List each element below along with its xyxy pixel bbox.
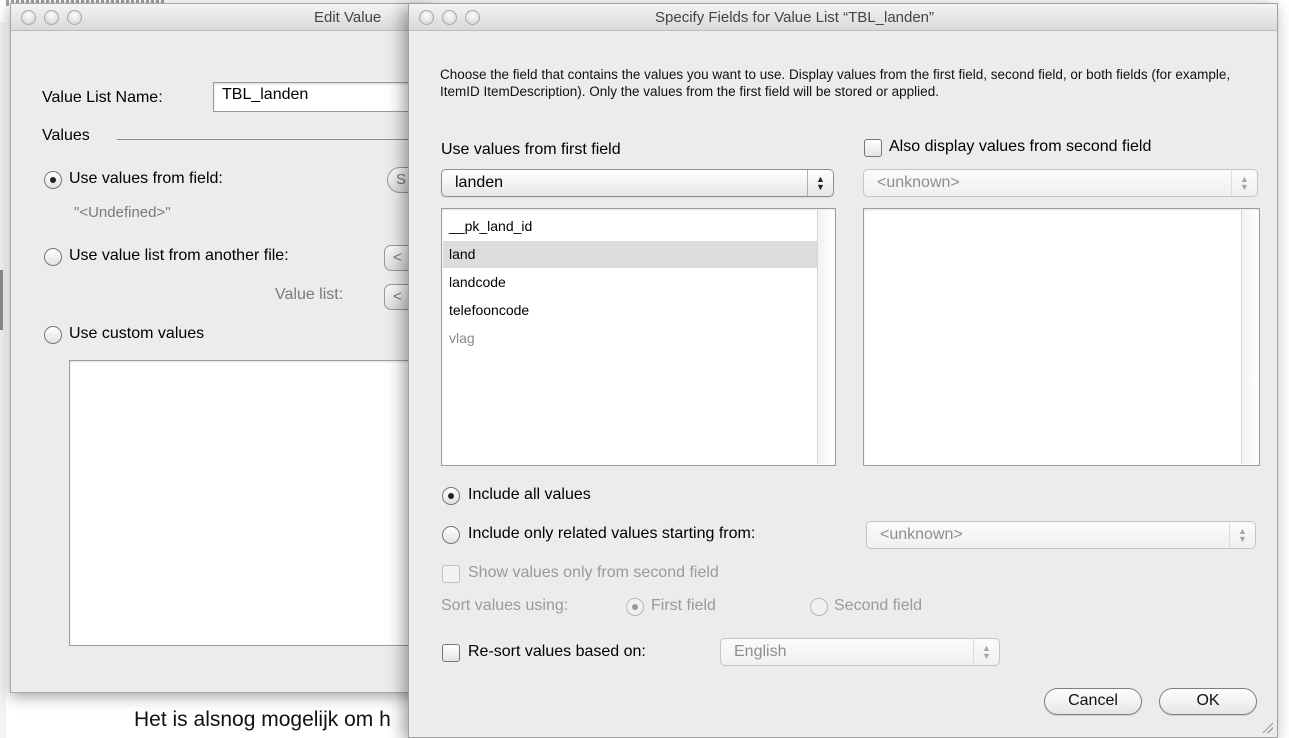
resize-grip-icon[interactable]	[1261, 721, 1273, 733]
background-page-text: Het is alsnog mogelijk om h	[134, 708, 391, 731]
use-value-list-from-file-radio[interactable]	[44, 248, 62, 266]
include-related-values-label: Include only related values starting fro…	[468, 525, 756, 542]
first-table-value: landen	[455, 174, 504, 191]
instructions-text: Choose the field that contains the value…	[440, 67, 1231, 99]
section-divider	[117, 139, 429, 140]
popup-arrows-icon: ▲ ▼	[807, 170, 833, 196]
popup-arrows-icon: ▲ ▼	[973, 639, 999, 665]
window-controls	[21, 10, 82, 25]
selected-field-value: "<Undefined>"	[74, 204, 171, 221]
show-second-field-only-label: Show values only from second field	[468, 564, 719, 581]
cancel-button[interactable]: Cancel	[1044, 688, 1142, 715]
related-table-value: <unknown>	[880, 526, 963, 543]
background-marker	[0, 270, 3, 330]
second-list-scrollbar	[1241, 210, 1258, 464]
first-list-scrollbar[interactable]	[817, 210, 834, 464]
second-table-value: <unknown>	[877, 174, 960, 191]
field-item[interactable]: landcode	[443, 269, 817, 296]
sort-second-field-label: Second field	[834, 597, 923, 614]
sort-values-label: Sort values using:	[441, 597, 569, 614]
sort-second-field-radio	[810, 598, 828, 616]
first-field-list[interactable]: __pk_land_id land landcode telefooncode …	[441, 208, 836, 466]
include-related-values-radio[interactable]	[442, 526, 460, 544]
show-second-field-only-checkbox	[442, 565, 460, 583]
first-field-heading: Use values from first field	[441, 141, 621, 158]
first-table-popup[interactable]: landen ▲ ▼	[441, 169, 834, 197]
use-custom-values-label: Use custom values	[69, 325, 205, 342]
specify-fields-window: Specify Fields for Value List “TBL_lande…	[408, 3, 1278, 738]
minimize-window-icon[interactable]	[442, 10, 457, 25]
use-custom-values-radio[interactable]	[44, 326, 62, 344]
popup-arrows-icon: ▲ ▼	[1231, 170, 1257, 196]
field-item[interactable]: __pk_land_id	[443, 213, 817, 240]
use-values-from-field-radio[interactable]	[44, 171, 62, 189]
specify-window-titlebar[interactable]: Specify Fields for Value List “TBL_lande…	[409, 4, 1277, 31]
sort-first-field-label: First field	[651, 597, 716, 614]
edit-value-list-window: Edit Value Value List Name: TBL_landen V…	[10, 3, 430, 693]
use-values-from-field-label: Use values from field:	[69, 170, 223, 187]
related-table-popup: <unknown> ▲ ▼	[866, 521, 1256, 549]
value-list-name-field[interactable]: TBL_landen	[213, 82, 429, 112]
custom-values-textarea[interactable]	[69, 360, 429, 646]
ok-button[interactable]: OK	[1159, 688, 1257, 715]
value-list-name-label: Value List Name:	[42, 89, 163, 106]
values-section-heading: Values	[42, 127, 90, 144]
value-list-label: Value list:	[275, 286, 344, 303]
minimize-window-icon[interactable]	[44, 10, 59, 25]
resort-language-value: English	[734, 643, 787, 660]
popup-arrows-icon: ▲ ▼	[1229, 522, 1255, 548]
zoom-window-icon[interactable]	[67, 10, 82, 25]
resort-values-label: Re-sort values based on:	[468, 643, 646, 660]
background-margin	[0, 22, 6, 738]
second-table-popup: <unknown> ▲ ▼	[863, 169, 1258, 197]
resort-values-checkbox[interactable]	[442, 644, 460, 662]
window-title: Specify Fields for Value List “TBL_lande…	[655, 9, 935, 26]
second-field-list	[863, 208, 1260, 466]
also-display-second-field-label: Also display values from second field	[889, 138, 1152, 155]
also-display-second-field-checkbox[interactable]	[864, 139, 882, 157]
field-item-disabled: vlag	[449, 330, 475, 346]
window-controls	[419, 10, 480, 25]
close-window-icon[interactable]	[21, 10, 36, 25]
close-window-icon[interactable]	[419, 10, 434, 25]
edit-window-titlebar[interactable]: Edit Value	[11, 4, 429, 31]
field-item[interactable]: telefooncode	[443, 297, 817, 324]
resort-language-popup: English ▲ ▼	[720, 638, 1000, 666]
use-value-list-from-file-label: Use value list from another file:	[69, 247, 289, 264]
sort-first-field-radio	[626, 598, 644, 616]
include-all-values-radio[interactable]	[442, 487, 460, 505]
window-title: Edit Value	[314, 9, 382, 26]
include-all-values-label: Include all values	[468, 486, 591, 503]
field-item-selected[interactable]: land	[443, 241, 817, 268]
zoom-window-icon[interactable]	[465, 10, 480, 25]
